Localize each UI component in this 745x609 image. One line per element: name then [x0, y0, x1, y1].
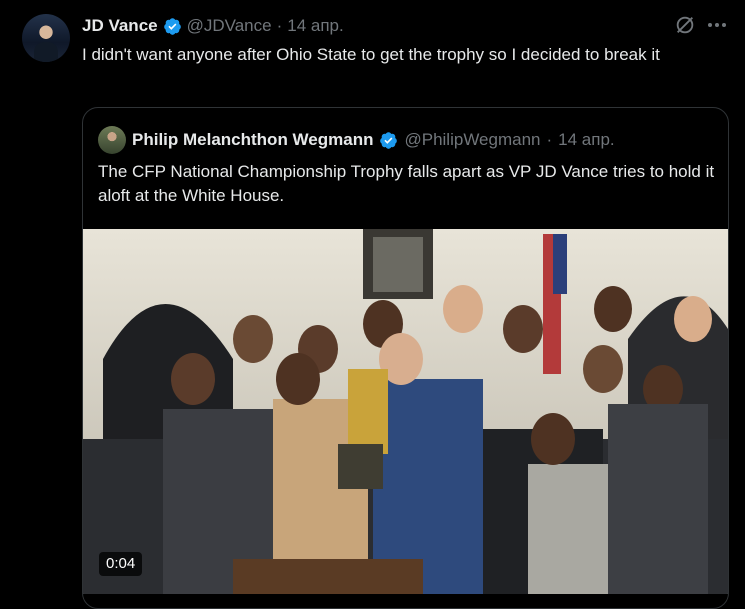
author-name[interactable]: JD Vance — [82, 16, 158, 36]
quoted-author-name[interactable]: Philip Melanchthon Wegmann — [132, 130, 373, 150]
tweet-header: JD Vance @JDVance · 14 апр. — [82, 15, 344, 37]
separator-dot: · — [546, 130, 553, 149]
video-duration: 0:04 — [99, 552, 143, 576]
author-handle[interactable]: @JDVance — [187, 16, 272, 36]
video-frame — [83, 229, 728, 594]
verified-badge-icon — [380, 131, 398, 149]
quoted-author-avatar[interactable] — [98, 126, 126, 154]
author-avatar[interactable] — [22, 14, 70, 62]
quoted-tweet-text: The CFP National Championship Trophy fal… — [98, 162, 715, 205]
tweet-text: I didn't want anyone after Ohio State to… — [82, 45, 660, 64]
quoted-tweet[interactable]: Philip Melanchthon Wegmann @PhilipWegman… — [82, 107, 729, 609]
video-player[interactable]: 0:04 — [83, 229, 728, 594]
tweet-card[interactable]: JD Vance @JDVance · 14 апр. I didn't wan… — [0, 0, 745, 609]
separator-dot: · — [276, 16, 283, 35]
more-options-icon[interactable] — [706, 16, 728, 34]
grok-icon[interactable] — [674, 14, 696, 36]
verified-badge-icon — [163, 17, 181, 35]
tweet-timestamp[interactable]: 14 апр. — [287, 16, 343, 36]
quoted-author-handle[interactable]: @PhilipWegmann — [404, 130, 540, 150]
quoted-tweet-header: Philip Melanchthon Wegmann @PhilipWegman… — [98, 126, 615, 154]
quoted-tweet-timestamp[interactable]: 14 апр. — [558, 130, 614, 150]
